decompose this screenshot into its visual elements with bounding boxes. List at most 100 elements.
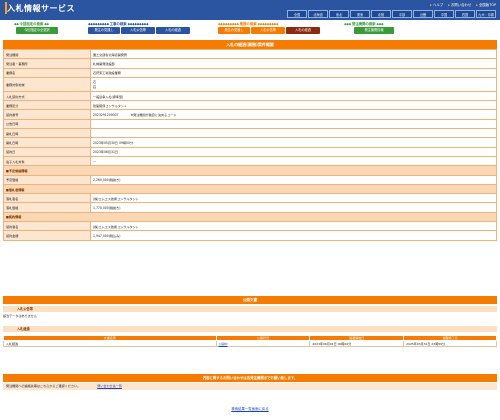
detail-label: 契約日: [3, 146, 91, 157]
region-tab[interactable]: 中部: [392, 10, 412, 18]
detail-value: 建築関係コンサルタント: [90, 100, 497, 111]
detail-value: 1,947,000(税込み): [90, 230, 497, 241]
detail-value: 石狩東工場建設業務: [90, 67, 497, 78]
top-links: ヘルプ お問い合わせ 全国版TOP: [430, 2, 496, 7]
detail-row: 入札契約方式 一般競争入札(標準型): [3, 90, 497, 102]
detail-value-text: 1,947,000(税込み): [93, 233, 121, 238]
notice-section-head: 入札公告等: [3, 306, 497, 312]
detail-label: 業務名: [3, 67, 91, 78]
nav-buttons-org: 発注機関情報: [354, 27, 394, 34]
help-link[interactable]: ヘルプ: [430, 2, 443, 7]
nav-buttons-construction: 発注の見通し 入札公告等 入札の経過: [88, 27, 190, 34]
contact-row: 発注機関への連絡先等はこちらからご確認ください。 問い合わせ先一覧: [3, 383, 497, 390]
nav-button[interactable]: 発注の見通し: [218, 27, 250, 34]
nav-button[interactable]: 発注機関情報: [354, 27, 394, 34]
detail-row: 発注機関 国土交通省北海道開発局: [3, 48, 497, 60]
region-tab[interactable]: 中国: [434, 10, 454, 18]
documents-table: 文書名称 公開状況 掲載開始日 掲載終了日 入札経過 公開中 2023年06月0…: [3, 335, 497, 347]
doc-status-link[interactable]: 公開中: [219, 342, 228, 346]
site-logo[interactable]: 入札情報サービス: [7, 3, 75, 14]
detail-label: 電子入札対象: [3, 155, 91, 167]
back-row: 検索結果一覧画面に戻る: [0, 406, 500, 411]
detail-row: ■契約情報: [3, 211, 497, 223]
detail-value: 石 荘: [90, 76, 497, 92]
detail-value-text: (株)エムエス技術コンサルタント: [93, 196, 139, 201]
header-bar: 入札情報サービス ヘルプ お問い合わせ 全国版TOP 全国 北海道 東北 関東 …: [0, 0, 500, 20]
detail-row: 業務区分 建築関係コンサルタント: [3, 100, 497, 111]
nav-button-active[interactable]: 入札の経過: [286, 27, 320, 34]
detail-value-text: 一般競争入札(標準型): [93, 94, 124, 99]
detail-value: (株)エムエス技術コンサルタント: [90, 221, 497, 232]
contact-text: 発注機関への連絡先等はこちらからご確認ください。: [6, 384, 81, 388]
region-tab[interactable]: 東北: [329, 10, 349, 18]
section-heading: ■予定価格情報: [3, 165, 497, 176]
detail-value-text: 2,260,000(税抜き): [93, 178, 121, 183]
detail-value: [90, 128, 497, 139]
detail-row: 契約番号 2023291200007 ※発注機関が独自に決めるコード: [3, 109, 497, 120]
detail-value: [90, 118, 497, 130]
notice-empty-text: 該当データはありません: [3, 314, 37, 318]
region-tab[interactable]: 北陸: [371, 10, 391, 18]
nav-button[interactable]: 発注の見通し: [88, 27, 120, 34]
detail-value: 2023年06月31日: [90, 146, 497, 157]
detail-label: 落札者名: [3, 193, 91, 204]
region-tab[interactable]: 全国: [287, 10, 307, 18]
nav-buttons-current: 今回指定の全選択: [16, 27, 58, 34]
region-tab[interactable]: 九州・沖縄: [476, 10, 496, 18]
detail-value-text: 2023年06月31日: [93, 150, 119, 155]
national-top-link[interactable]: 全国版TOP: [476, 2, 496, 7]
detail-value-text: 石 荘: [93, 80, 97, 90]
public-docs-title: 公開文書: [3, 296, 497, 304]
detail-value: 国土交通省北海道開発局: [90, 48, 497, 60]
nav-group-label: 業務の検索: [239, 22, 257, 26]
detail-row: 契約金額 1,947,000(税込み): [3, 230, 497, 241]
nav-group-service: ◆◆◆◆◆◆◆◆◆ 業務の検索 ◆◆◆◆◆◆◆◆◆: [218, 22, 279, 26]
nav-group-org: ◆◆◆ 発注機関の検索 ◆◆◆: [344, 22, 384, 26]
detail-value: ー: [90, 155, 497, 167]
section-heading: ■落札者情報: [3, 183, 497, 195]
detail-value-text: 石狩東工場建設業務: [93, 71, 121, 76]
detail-value: 2023291200007 ※発注機関が独自に決めるコード: [90, 109, 497, 120]
detail-row: 業務対象地域石 荘: [3, 76, 497, 92]
region-tab[interactable]: 近畿: [413, 10, 433, 18]
detail-label: 契約番号: [3, 109, 91, 120]
nav-group-construction: ◆◆◆◆◆◆◆◆◆ 工事の検索 ◆◆◆◆◆◆◆◆◆: [88, 22, 149, 26]
detail-label: 発注機関: [3, 48, 91, 60]
nav-button[interactable]: 入札の経過: [156, 27, 190, 34]
detail-row: 契約日 2023年06月31日: [3, 146, 497, 157]
doc-start-date: 2023年06月01日 00時00分: [309, 340, 405, 347]
detail-row: ■予定価格情報: [3, 165, 497, 176]
region-tab[interactable]: 北海道: [308, 10, 328, 18]
detail-label: 契約金額: [3, 230, 91, 241]
detail-value: 札幌開発建設部: [90, 58, 497, 69]
back-to-results-link[interactable]: 検索結果一覧画面に戻る: [231, 407, 268, 411]
detail-label: 契約者名: [3, 221, 91, 232]
detail-row: 契約者名 (株)エムエス技術コンサルタント: [3, 221, 497, 232]
nav-button[interactable]: 入札公告等: [251, 27, 285, 34]
detail-label: 業務区分: [3, 100, 91, 111]
region-tab[interactable]: 四国: [455, 10, 475, 18]
region-tabs: 全国 北海道 東北 関東 北陸 中部 近畿 中国 四国 九州・沖縄: [287, 10, 496, 18]
nav-buttons-service: 発注の見通し 入札公告等 入札の経過: [218, 27, 320, 34]
result-section-head: 入札経過: [3, 326, 497, 332]
region-tab[interactable]: 関東: [350, 10, 370, 18]
detail-value: 2,260,000(税抜き): [90, 174, 497, 185]
nav-button[interactable]: 今回指定の全選択: [16, 27, 58, 34]
detail-label: 業務対象地域: [3, 76, 91, 92]
detail-label: 落札価格: [3, 202, 91, 213]
detail-row: 開札日時: [3, 128, 497, 139]
nav-group-label: 今回指定の検索: [19, 22, 44, 26]
nav-button[interactable]: 入札公告等: [121, 27, 155, 34]
detail-value: (株)エムエス技術コンサルタント: [90, 193, 497, 204]
detail-row: 業務名 石狩東工場建設業務: [3, 67, 497, 78]
detail-value: 2023年05月30日 09時00分: [90, 137, 497, 148]
detail-value-text: 2023年05月30日 09時00分: [93, 141, 134, 146]
detail-value-text: 国土交通省北海道開発局: [93, 52, 128, 57]
nav-group-label: 発注機関の検索: [351, 22, 376, 26]
section-heading: ■契約情報: [3, 211, 497, 223]
detail-row: 電子入札対象ー: [3, 155, 497, 167]
contact-list-link[interactable]: 問い合わせ先一覧: [97, 384, 122, 388]
contact-link[interactable]: お問い合わせ: [448, 2, 471, 7]
table-row: 入札経過 公開中 2023年06月01日 00時00分 2025年03月31日 …: [3, 340, 497, 347]
detail-label: 発注者・事務所: [3, 58, 91, 69]
